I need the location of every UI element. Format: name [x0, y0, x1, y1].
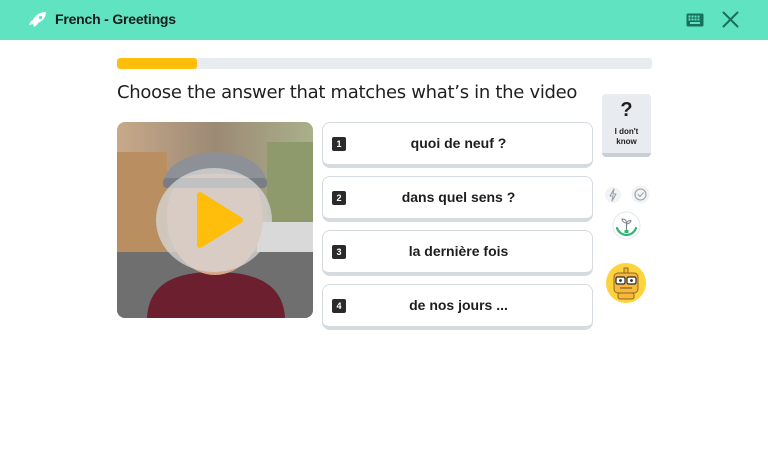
lesson-progress-fill	[117, 58, 198, 69]
i-dont-know-label: I don't know	[614, 127, 639, 146]
check-circle-icon	[631, 185, 650, 204]
robot-avatar-icon[interactable]	[605, 262, 647, 304]
course-title: French - Greetings	[55, 11, 176, 27]
answer-option-3[interactable]: 3 la dernière fois	[322, 230, 593, 276]
question-mark-icon: ?	[620, 99, 633, 121]
answer-option-2[interactable]: 2 dans quel sens ?	[322, 176, 593, 222]
play-icon[interactable]	[155, 167, 273, 273]
close-icon[interactable]	[722, 11, 739, 28]
plant-growth-icon	[612, 211, 641, 240]
keyboard-icon[interactable]	[686, 13, 704, 27]
answer-text: dans quel sens ?	[401, 189, 516, 205]
answer-text: quoi de neuf ?	[410, 135, 507, 151]
answer-option-4[interactable]: 4 de nos jours ...	[322, 284, 593, 330]
top-bar: French - Greetings	[0, 0, 768, 40]
answer-text: de nos jours ...	[409, 297, 508, 313]
i-dont-know-button[interactable]: ? I don't know	[602, 94, 651, 157]
bolt-icon	[605, 187, 621, 203]
question-prompt: Choose the answer that matches what’s in…	[117, 82, 578, 103]
lesson-progress-bar	[117, 58, 652, 69]
answer-option-1[interactable]: 1 quoi de neuf ?	[322, 122, 593, 168]
video-player[interactable]	[117, 122, 313, 318]
answer-text: la dernière fois	[408, 243, 509, 259]
rocket-logo-icon	[29, 12, 46, 27]
